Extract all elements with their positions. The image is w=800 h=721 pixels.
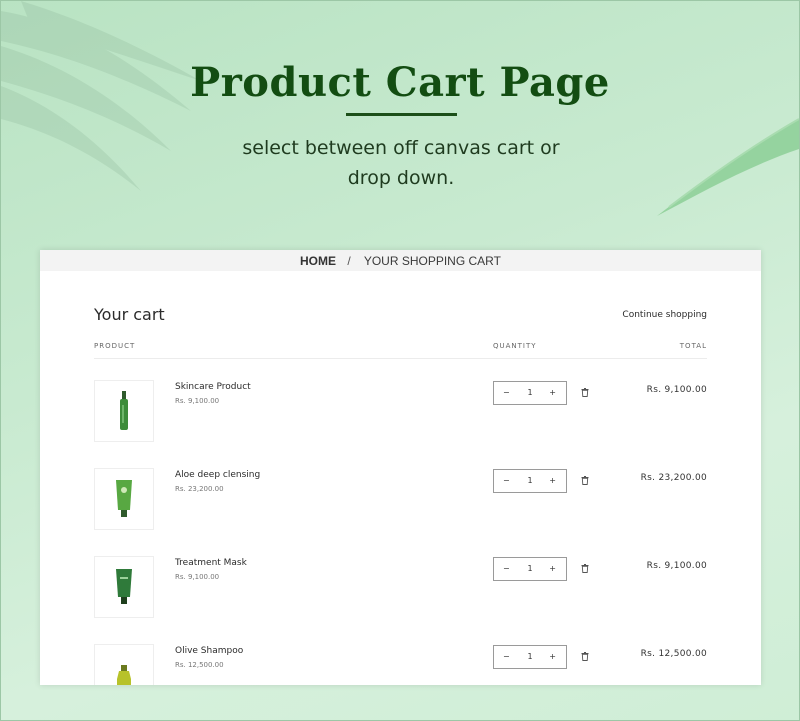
line-total: Rs. 9,100.00 bbox=[646, 385, 707, 395]
hero-subtitle-line-1: select between off canvas cart or bbox=[242, 137, 560, 159]
breadcrumb-home-link[interactable]: HOME bbox=[300, 254, 336, 268]
product-name-link[interactable]: Olive Shampoo bbox=[175, 646, 243, 656]
cart-row: Aloe deep clensing Rs. 23,200.00 − 1 + R… bbox=[40, 468, 761, 556]
cart-page-screenshot: HOME / YOUR SHOPPING CART Your cart Cont… bbox=[40, 250, 761, 685]
product-thumbnail[interactable] bbox=[94, 380, 154, 442]
product-unit-price: Rs. 9,100.00 bbox=[175, 397, 220, 405]
product-name-link[interactable]: Aloe deep clensing bbox=[175, 470, 260, 480]
product-thumbnail[interactable] bbox=[94, 468, 154, 530]
quantity-stepper: − 1 + bbox=[493, 381, 567, 405]
trash-icon[interactable] bbox=[581, 652, 589, 661]
quantity-stepper: − 1 + bbox=[493, 557, 567, 581]
breadcrumb: HOME / YOUR SHOPPING CART bbox=[40, 250, 761, 271]
quantity-stepper: − 1 + bbox=[493, 469, 567, 493]
column-header-quantity: QUANTITY bbox=[493, 342, 537, 350]
hero-subtitle-line-2: drop down. bbox=[347, 167, 455, 189]
column-header-total: TOTAL bbox=[679, 342, 707, 350]
quantity-stepper: − 1 + bbox=[493, 645, 567, 669]
trash-icon[interactable] bbox=[581, 476, 589, 485]
increase-quantity-button[interactable]: + bbox=[549, 564, 556, 573]
breadcrumb-current: YOUR SHOPPING CART bbox=[363, 254, 501, 268]
cart-row: Treatment Mask Rs. 9,100.00 − 1 + Rs. 9,… bbox=[40, 556, 761, 644]
product-name-link[interactable]: Skincare Product bbox=[175, 382, 251, 392]
dark-green-tube-image bbox=[116, 569, 132, 604]
trash-icon[interactable] bbox=[581, 564, 589, 573]
green-tube-image bbox=[116, 480, 132, 517]
cart-row: Olive Shampoo Rs. 12,500.00 − 1 + Rs. 12… bbox=[40, 644, 761, 685]
product-thumbnail[interactable] bbox=[94, 644, 154, 685]
cart-title: Your cart bbox=[94, 305, 165, 324]
line-total: Rs. 23,200.00 bbox=[640, 473, 707, 483]
product-name-link[interactable]: Treatment Mask bbox=[175, 558, 247, 568]
increase-quantity-button[interactable]: + bbox=[549, 652, 556, 661]
product-unit-price: Rs. 9,100.00 bbox=[175, 573, 220, 581]
aloe-leaf-decoration bbox=[657, 118, 799, 216]
increase-quantity-button[interactable]: + bbox=[549, 476, 556, 485]
header-divider bbox=[94, 358, 707, 359]
green-serum-bottle-image bbox=[120, 391, 128, 430]
olive-bottle-image bbox=[117, 665, 131, 685]
line-total: Rs. 9,100.00 bbox=[646, 561, 707, 571]
continue-shopping-link[interactable]: Continue shopping bbox=[622, 310, 707, 320]
increase-quantity-button[interactable]: + bbox=[549, 388, 556, 397]
line-total: Rs. 12,500.00 bbox=[640, 649, 707, 659]
hero-title: Product Cart Page bbox=[190, 59, 610, 106]
breadcrumb-separator: / bbox=[347, 254, 351, 268]
trash-icon[interactable] bbox=[581, 388, 589, 397]
product-unit-price: Rs. 23,200.00 bbox=[175, 485, 224, 493]
product-unit-price: Rs. 12,500.00 bbox=[175, 661, 224, 669]
title-underline bbox=[346, 113, 457, 116]
cart-row: Skincare Product Rs. 9,100.00 − 1 + Rs. … bbox=[40, 380, 761, 468]
hero-subtitle: select between off canvas cart or drop d… bbox=[201, 133, 601, 193]
column-header-product: PRODUCT bbox=[94, 342, 136, 350]
product-thumbnail[interactable] bbox=[94, 556, 154, 618]
